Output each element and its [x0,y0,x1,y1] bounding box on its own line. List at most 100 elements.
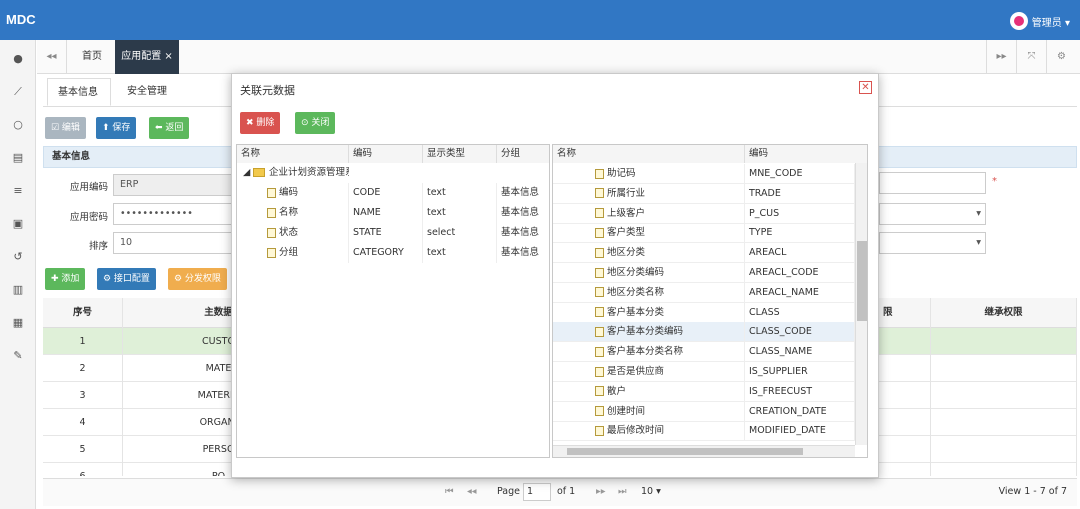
edit-button[interactable]: ☑ 编辑 [45,117,86,139]
field-code: TRADE [745,183,855,204]
text-field-right[interactable] [879,172,986,194]
field-row[interactable]: 助记码 MNE_CODE [553,164,855,184]
chart-icon[interactable]: ⟋ [0,85,36,99]
archive-icon[interactable]: ▥ [0,283,36,296]
file-icon [595,188,604,199]
tree-root-row[interactable]: ◢ 企业计划资源管理系 [237,163,549,183]
field-group: 基本信息 [497,243,549,263]
field-row[interactable]: 客户基本分类 CLASS [553,302,855,323]
form-icon[interactable]: ▣ [0,217,36,230]
close-button[interactable]: ⊙ 关闭 [295,112,336,134]
list-icon[interactable]: ≡ [0,184,36,197]
row-no: 2 [43,355,123,382]
row-inherit [931,355,1077,382]
wrench-icon[interactable]: ✎ [0,349,36,362]
first-page-icon[interactable]: ⏮ [445,486,454,497]
file-icon [595,267,604,278]
tree-row[interactable]: 状态 STATE select 基本信息 [237,223,549,243]
page-input[interactable]: 1 [523,483,551,501]
row-perm [879,409,931,436]
row-perm [879,328,931,355]
field-name: 上级客户 [607,207,646,219]
select-right-1[interactable]: ▾ [879,203,986,225]
field-row[interactable]: 所属行业 TRADE [553,183,855,204]
interface-config-button[interactable]: ⚙ 接口配置 [97,268,156,290]
tree-row[interactable]: 名称 NAME text 基本信息 [237,203,549,223]
field-name: 所属行业 [607,187,646,199]
gear-icon[interactable]: ⚙ [1046,40,1076,74]
tab-app-config[interactable]: 应用配置 × [115,40,179,74]
password-field[interactable]: ••••••••••••• [113,203,243,225]
select-right-2[interactable]: ▾ [879,232,986,254]
row-perm [879,436,931,463]
add-button[interactable]: ✚ 添加 [45,268,86,290]
tab-security[interactable]: 安全管理 [117,78,181,106]
next-page-icon[interactable]: ▸▸ [596,486,606,497]
palette-icon[interactable]: ● [0,52,36,65]
tab-scroll-right-icon[interactable]: ▸▸ [986,40,1016,74]
page-size-select[interactable]: 10 ▾ [641,486,661,497]
user-menu[interactable]: 管理员 ▾ [1009,12,1070,30]
field-type: text [423,203,497,223]
row-perm [879,382,931,409]
save-button[interactable]: ⬆ 保存 [96,117,137,139]
prev-page-icon[interactable]: ◂◂ [467,486,477,497]
field-row[interactable]: 客户类型 TYPE [553,223,855,244]
cog-outline-icon[interactable]: ○ [0,118,36,131]
field-name: 地区分类 [607,247,646,259]
field-code: AREACL [745,243,855,264]
row-no: 6 [43,463,123,476]
database-icon[interactable]: ▤ [0,151,36,164]
vertical-scrollbar[interactable] [855,163,867,445]
delete-button[interactable]: ✖ 删除 [240,112,281,134]
file-icon [595,346,604,357]
field-group: 基本信息 [497,203,549,223]
tree-row[interactable]: 编码 CODE text 基本信息 [237,183,549,203]
field-row[interactable]: 上级客户 P_CUS [553,203,855,224]
field-row[interactable]: 客户基本分类编码 CLASS_CODE [553,322,855,343]
field-row[interactable]: 最后修改时间 MODIFIED_DATE [553,421,855,442]
field-code: STATE [349,223,423,243]
hscroll-thumb[interactable] [567,448,803,455]
field-name: 分组 [279,247,299,258]
field-code: CLASS_CODE [745,322,855,343]
field-row[interactable]: 客户基本分类名称 CLASS_NAME [553,342,855,363]
field-row[interactable]: 地区分类编码 AREACL_CODE [553,263,855,283]
field-row[interactable]: 是否是供应商 IS_SUPPLIER [553,362,855,382]
field-row[interactable]: 地区分类 AREACL [553,243,855,264]
distribute-permission-button[interactable]: ⚙ 分发权限 [168,268,227,290]
tab-home[interactable]: 首页 [69,40,115,74]
close-icon[interactable]: ✕ [859,81,872,94]
file-icon [595,208,604,219]
server-icon[interactable]: ▦ [0,316,36,329]
row-inherit [931,328,1077,355]
fullscreen-icon[interactable]: ⤧ [1016,40,1046,74]
file-icon [595,227,604,238]
scroll-thumb[interactable] [857,241,867,321]
left-col-name: 名称 [237,145,349,163]
tab-scroll-left-icon[interactable]: ◂◂ [37,40,67,74]
field-code: CLASS_NAME [745,342,855,363]
horizontal-scrollbar[interactable] [553,445,855,457]
sort-field[interactable]: 10 [113,232,243,254]
field-row[interactable]: 创建时间 CREATION_DATE [553,401,855,422]
tree-row[interactable]: 分组 CATEGORY text 基本信息 [237,243,549,263]
tab-basic-info[interactable]: 基本信息 [47,78,111,106]
row-perm [879,355,931,382]
back-button[interactable]: ⬅ 返回 [149,117,190,139]
last-page-icon[interactable]: ⏭ [618,486,627,497]
app-logo: MDC [6,12,36,27]
field-code: IS_SUPPLIER [745,362,855,382]
history-icon[interactable]: ↺ [0,250,36,263]
code-field[interactable]: ERP [113,174,243,196]
field-name: 创建时间 [607,405,646,417]
field-code: AREACL_CODE [745,263,855,283]
field-code: CREATION_DATE [745,401,855,422]
avatar-icon [1009,12,1028,30]
field-row[interactable]: 地区分类名称 AREACL_NAME [553,282,855,303]
left-col-code: 编码 [349,145,423,163]
field-row[interactable]: 散户 IS_FREECUST [553,381,855,402]
user-name: 管理员 ▾ [1031,17,1070,29]
expand-icon[interactable]: ◢ [243,163,250,183]
left-col-group: 分组 [497,145,549,163]
